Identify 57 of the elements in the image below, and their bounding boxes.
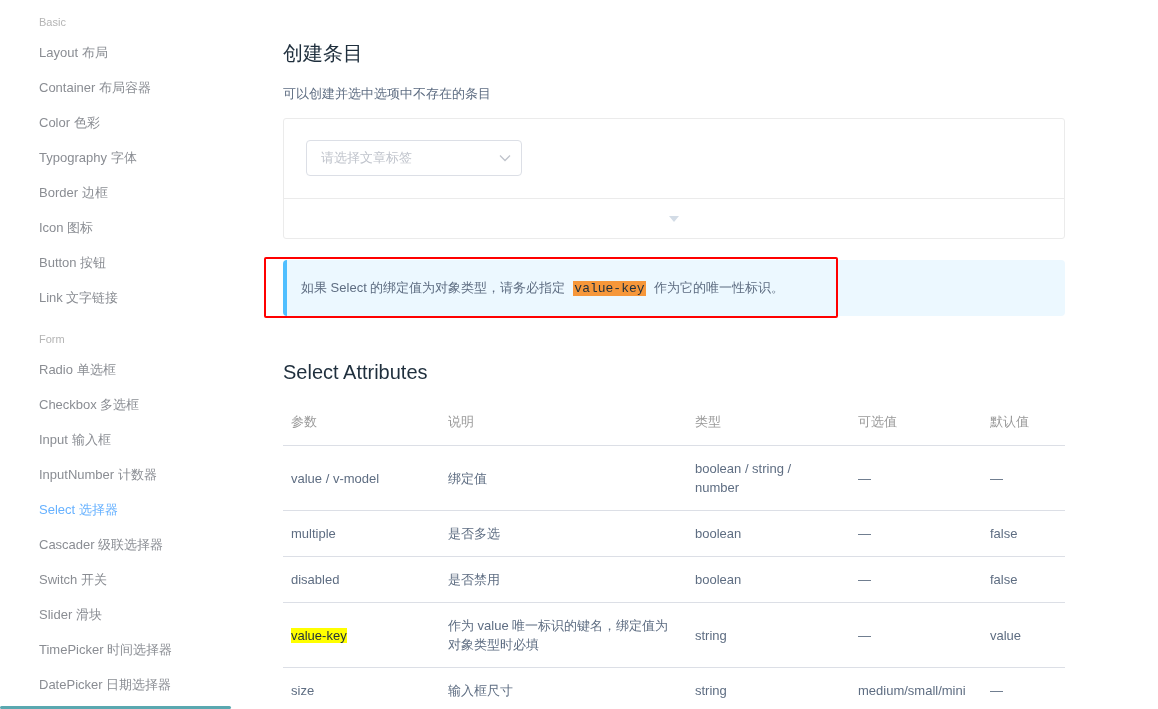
table-cell: medium/small/mini [858,683,966,698]
section-description: 可以创建并选中选项中不存在的条目 [283,85,492,103]
table-cell-text: boolean [695,525,742,543]
table-cell-text: boolean / string / number [695,460,793,497]
table-cell: — [990,470,1003,486]
select-field[interactable]: 请选择文章标签 [306,140,522,176]
table-cell: disabled [291,572,340,587]
table-cell: 是否多选 [448,526,500,541]
sidebar-item[interactable]: Container 布局容器 [39,80,240,115]
table-cell: 作为 value 唯一标识的键名，绑定值为对象类型时必填 [448,618,669,652]
table-cell: 绑定值 [448,470,487,486]
table-cell: multiple [291,526,336,541]
sidebar-item[interactable]: Radio 单选框 [39,362,240,397]
sidebar-item[interactable]: Layout 布局 [39,45,240,80]
table-cell: size [291,683,315,698]
sidebar-item[interactable]: Slider 滑块 [39,607,240,642]
sidebar-item[interactable]: TimePicker 时间选择器 [39,642,240,677]
column-header: 默认值 [990,414,1029,429]
tip-text: 如果 Select 的绑定值为对象类型，请务必指定 value-key 作为它的唯一性标识。 [301,280,784,295]
table-cell-text: boolean [695,571,742,589]
sidebar-item[interactable]: Border 边框 [39,185,240,220]
group-heading: Form [39,333,66,346]
table-cell: false [990,572,1018,587]
sidebar-item[interactable]: Cascader 级联选择器 [39,537,240,572]
table-cell: value-key [291,627,347,643]
sidebar-item[interactable]: Select 选择器 [39,502,240,537]
sidebar-item[interactable]: Icon 图标 [39,220,240,255]
group-heading: Basic [39,16,67,29]
sidebar-item[interactable]: Switch 开关 [39,572,240,607]
table-cell: value [990,627,1022,643]
sidebar-item[interactable]: Input 输入框 [39,432,240,467]
table-cell: value / v-model [291,470,380,486]
table-cell: — [858,627,871,643]
table-cell: 输入框尺寸 [448,683,513,698]
table-cell-text: string [695,682,727,700]
expand-icon[interactable] [669,215,679,222]
sidebar-item[interactable]: Checkbox 多选框 [39,397,240,432]
column-header: 可选值 [858,414,897,429]
table-cell: 是否禁用 [448,572,500,587]
sidebar-item[interactable]: Button 按钮 [39,255,240,290]
table-cell: — [990,683,1003,698]
table-cell: false [990,526,1018,541]
table-cell-text: string [695,626,727,645]
table-cell: — [858,470,871,486]
chevron-down-icon [499,154,511,162]
column-header: 类型 [695,414,721,429]
section-title: 创建条目 [283,41,364,66]
column-header: 参数 [291,414,317,429]
sidebar-item[interactable]: Typography 字体 [39,150,240,185]
sidebar-item[interactable]: InputNumber 计数器 [39,467,240,502]
sidebar-item[interactable]: Link 文字链接 [39,290,240,325]
table-title: Select Attributes [283,361,429,384]
column-header: 说明 [448,414,474,429]
table-cell: — [858,526,871,541]
sidebar-item[interactable]: DatePicker 日期选择器 [39,677,240,709]
table-cell: — [858,572,871,587]
sidebar-item[interactable]: Color 色彩 [39,115,240,150]
